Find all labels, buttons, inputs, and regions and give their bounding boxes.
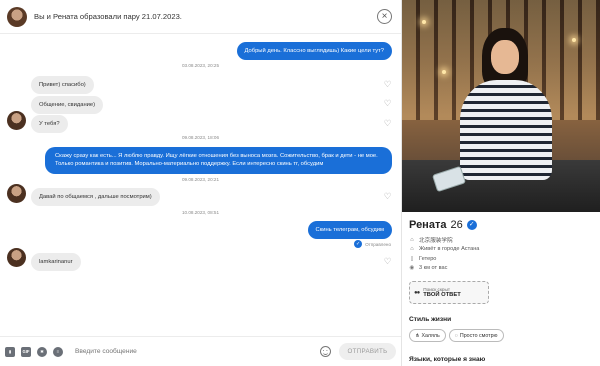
profile-name: Рената	[409, 219, 447, 231]
like-heart-icon[interactable]: ♡	[383, 192, 392, 201]
name-row: Рената 26 ✓	[409, 219, 593, 231]
emoji-icon[interactable]	[320, 346, 331, 357]
message-in: Давай по общаемся , дальше посмотрим)	[31, 188, 160, 207]
graduation-icon: ⌂	[410, 236, 414, 243]
message-in: У тебя?	[31, 115, 68, 134]
timestamp: 10.08.2023, 08:51	[181, 210, 220, 215]
sender-avatar[interactable]	[7, 184, 26, 203]
glass-icon: ◌	[454, 332, 458, 339]
chat-header: Вы и Рената образовали пару 21.07.2023. …	[0, 0, 401, 34]
match-title: Вы и Рената образовали пару 21.07.2023.	[34, 12, 182, 21]
profile-facts: ⌂ 北京服装学院 ⌂ Живёт в городе Астана ▯ Гетер…	[409, 235, 593, 273]
like-heart-icon[interactable]: ♡	[383, 257, 392, 266]
sticker-icon[interactable]: ✱	[37, 346, 47, 357]
home-icon: ⌂	[410, 246, 414, 253]
status-label: Отправлено	[365, 241, 391, 247]
profile-age: 26	[450, 219, 463, 231]
menu-icon[interactable]: ≡	[53, 346, 63, 357]
orientation-icon: ▯	[410, 255, 414, 262]
message-in: lamkarinanur	[31, 253, 81, 272]
close-icon[interactable]: ×	[377, 9, 392, 24]
message-composer: ▮ GIF ✱ ≡ ОТПРАВИТЬ	[0, 336, 401, 366]
fact-city: ⌂ Живёт в городе Астана	[410, 246, 480, 253]
gif-button[interactable]: GIF	[21, 346, 31, 357]
message-out: Скажу сразу как есть... Я люблю правду. …	[45, 147, 392, 174]
chat-panel: Вы и Рената образовали пару 21.07.2023. …	[0, 0, 402, 366]
profile-panel: Рената 26 ✓ ⌂ 北京服装学院 ⌂ Живёт в городе Ас…	[402, 0, 600, 366]
fact-education: ⌂ 北京服装学院	[410, 236, 453, 244]
read-check-icon: ✓	[354, 240, 363, 248]
lifestyle-title: Стиль жизни	[409, 316, 452, 323]
profile-info: Рената 26 ✓ ⌂ 北京服装学院 ⌂ Живёт в городе Ас…	[402, 212, 600, 363]
send-button[interactable]: ОТПРАВИТЬ	[339, 343, 396, 360]
fact-orientation: ▯ Гетеро	[410, 255, 437, 262]
timestamp: 03.08.2023, 20:25	[181, 63, 220, 68]
message-input[interactable]	[75, 342, 320, 361]
like-heart-icon[interactable]: ♡	[383, 119, 392, 128]
verified-badge-icon: ✓	[466, 220, 477, 230]
like-heart-icon[interactable]: ♡	[383, 80, 392, 89]
tag-halal: ⋔ Халяль	[409, 329, 446, 342]
delivery-status: ✓ Отправлено	[354, 240, 391, 248]
message-in: Общение, свидание)	[31, 96, 104, 115]
message-out: Добрый день. Классно выглядишь) Какие це…	[236, 42, 392, 61]
fact-distance: ◉ 3 км от вас	[409, 265, 448, 272]
timestamp: 09.08.2023, 20:21	[181, 177, 220, 182]
app: Вы и Рената образовали пару 21.07.2023. …	[0, 0, 600, 366]
message-in: Привет) спасибо)	[31, 76, 94, 95]
profile-photo[interactable]	[402, 0, 600, 212]
sender-avatar[interactable]	[7, 111, 26, 130]
tag-just-looking: ◌ Просто смотрю	[448, 329, 504, 342]
attach-photo-icon[interactable]: ▮	[5, 346, 15, 357]
location-icon: ◉	[409, 265, 415, 272]
languages-title: Языки, которые я знаю	[409, 356, 486, 363]
lifestyle-tags: ⋔ Халяль ◌ Просто смотрю	[409, 329, 593, 342]
like-heart-icon[interactable]: ♡	[383, 99, 392, 108]
message-out: Скинь телеграм, обсудим	[307, 221, 392, 240]
fork-icon: ⋔	[415, 332, 420, 339]
message-list: Добрый день. Классно выглядишь) Какие це…	[0, 35, 401, 336]
eyes-icon: ●●	[414, 289, 420, 296]
match-avatar[interactable]	[7, 6, 27, 27]
your-answer-card[interactable]: ●● Поиск скрыт ТВОЙ ОТВЕТ	[409, 281, 489, 304]
sender-avatar[interactable]	[7, 248, 26, 267]
timestamp: 09.08.2023, 18:06	[181, 135, 220, 140]
